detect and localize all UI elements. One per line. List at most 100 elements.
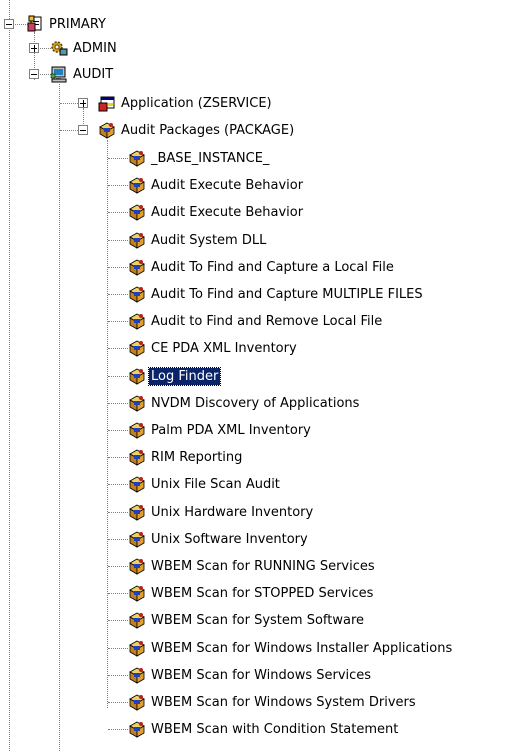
tree-node-label: Application (ZSERVICE): [121, 95, 272, 111]
package-icon: [128, 611, 146, 629]
tree-node-label: _BASE_INSTANCE_: [151, 150, 270, 166]
tree-node-package[interactable]: WBEM Scan for System Software: [128, 610, 366, 630]
tree-node-package[interactable]: Log Finder: [128, 366, 222, 386]
tree-view[interactable]: PRIMARY ADMIN AUDIT Application (ZSERVIC…: [0, 0, 505, 751]
package-icon: [128, 639, 146, 657]
tree-node-package[interactable]: RIM Reporting: [128, 447, 244, 467]
tree-node-label: Log Finder: [147, 366, 222, 386]
package-icon: [128, 285, 146, 303]
tree-node-package[interactable]: NVDM Discovery of Applications: [128, 393, 361, 413]
tree-node-label: Unix File Scan Audit: [151, 476, 280, 492]
tree-node-label: Audit Execute Behavior: [151, 177, 304, 193]
collapse-toggle-audit[interactable]: [29, 69, 39, 79]
tree-node-package[interactable]: WBEM Scan for RUNNING Services: [128, 556, 377, 576]
expand-toggle-admin[interactable]: [29, 43, 39, 53]
collapse-toggle-audit-packages[interactable]: [78, 125, 88, 135]
package-icon: [128, 394, 146, 412]
tree-node-audit[interactable]: AUDIT: [50, 64, 115, 84]
tree-connector: [108, 566, 128, 567]
tree-connector: [108, 620, 128, 621]
tree-connector: [108, 240, 128, 241]
tree-connector: [108, 512, 128, 513]
collapse-toggle-primary[interactable]: [4, 19, 14, 29]
tree-node-audit-packages[interactable]: Audit Packages (PACKAGE): [98, 120, 296, 140]
tree-node-package[interactable]: WBEM Scan with Condition Statement: [128, 719, 400, 739]
package-icon: [128, 203, 146, 221]
tree-node-label: Audit to Find and Remove Local File: [151, 313, 383, 329]
tree-connector: [108, 484, 128, 485]
tree-node-admin[interactable]: ADMIN: [50, 38, 119, 58]
tree-node-application[interactable]: Application (ZSERVICE): [98, 93, 274, 113]
package-icon: [128, 421, 146, 439]
package-icon: [128, 557, 146, 575]
tree-connector: [108, 702, 128, 703]
tree-node-package[interactable]: Audit System DLL: [128, 230, 268, 250]
tree-connector: [108, 675, 128, 676]
tree-node-package[interactable]: WBEM Scan for Windows System Drivers: [128, 692, 418, 712]
tree-node-primary[interactable]: PRIMARY: [26, 14, 108, 34]
package-icon: [128, 231, 146, 249]
tree-node-label: Audit System DLL: [151, 232, 267, 248]
tree-connector: [108, 321, 128, 322]
tree-connector: [108, 212, 128, 213]
tree-connector: [108, 267, 128, 268]
tree-connector: [108, 539, 128, 540]
tree-node-package[interactable]: Unix Hardware Inventory: [128, 502, 315, 522]
application-service-icon: [98, 94, 116, 112]
package-icon: [98, 121, 116, 139]
tree-node-label: Audit Packages (PACKAGE): [121, 122, 295, 138]
tree-node-label: Audit To Find and Capture a Local File: [151, 259, 394, 275]
package-icon: [128, 367, 146, 385]
tree-node-label: AUDIT: [73, 66, 114, 82]
package-icon: [128, 312, 146, 330]
tree-node-label: Audit To Find and Capture MULTIPLE FILES: [151, 286, 423, 302]
tree-node-label: Audit Execute Behavior: [151, 204, 304, 220]
package-icon: [128, 258, 146, 276]
tree-connector: [108, 593, 128, 594]
audit-computer-icon: [50, 65, 68, 83]
tree-connector: [108, 348, 128, 349]
expand-toggle-application[interactable]: [78, 98, 88, 108]
admin-gears-icon: [50, 39, 68, 57]
tree-node-package[interactable]: Audit To Find and Capture MULTIPLE FILES: [128, 284, 425, 304]
package-icon: [128, 530, 146, 548]
tree-connector: [108, 729, 128, 730]
tree-node-package[interactable]: Audit Execute Behavior: [128, 175, 305, 195]
tree-node-label: WBEM Scan for STOPPED Services: [151, 585, 374, 601]
tree-node-package[interactable]: Audit to Find and Remove Local File: [128, 311, 384, 331]
tree-node-package[interactable]: WBEM Scan for Windows Services: [128, 665, 373, 685]
tree-node-package[interactable]: Unix File Scan Audit: [128, 474, 282, 494]
tree-node-package[interactable]: WBEM Scan for Windows Installer Applicat…: [128, 638, 454, 658]
tree-node-label: WBEM Scan for RUNNING Services: [151, 558, 375, 574]
tree-node-label: RIM Reporting: [151, 449, 243, 465]
tree-node-package[interactable]: CE PDA XML Inventory: [128, 338, 299, 358]
tree-connector: [60, 103, 80, 104]
tree-node-package[interactable]: Audit Execute Behavior: [128, 202, 305, 222]
tree-connector: [108, 158, 128, 159]
tree-node-package[interactable]: _BASE_INSTANCE_: [128, 148, 271, 168]
tree-node-label: WBEM Scan for Windows System Drivers: [151, 694, 416, 710]
package-icon: [128, 475, 146, 493]
tree-connector: [108, 376, 128, 377]
tree-node-label: Unix Software Inventory: [151, 531, 308, 547]
tree-node-label: CE PDA XML Inventory: [151, 340, 297, 356]
tree-connector: [107, 140, 108, 708]
tree-node-label: WBEM Scan for Windows Installer Applicat…: [151, 640, 453, 656]
tree-connector: [108, 185, 128, 186]
tree-node-package[interactable]: Palm PDA XML Inventory: [128, 420, 313, 440]
tree-connector: [59, 84, 60, 751]
package-icon: [128, 720, 146, 738]
tree-node-package[interactable]: WBEM Scan for STOPPED Services: [128, 583, 375, 603]
tree-node-package[interactable]: Audit To Find and Capture a Local File: [128, 257, 396, 277]
package-icon: [128, 339, 146, 357]
tree-node-label: PRIMARY: [49, 16, 106, 32]
tree-connector: [108, 294, 128, 295]
tree-node-label: WBEM Scan for System Software: [151, 612, 364, 628]
tree-node-label: WBEM Scan with Condition Statement: [151, 721, 399, 737]
tree-node-package[interactable]: Unix Software Inventory: [128, 529, 310, 549]
tree-node-label: NVDM Discovery of Applications: [151, 395, 360, 411]
tree-connector: [108, 648, 128, 649]
primary-file-icon: [26, 15, 44, 33]
tree-connector: [60, 130, 80, 131]
tree-node-label: ADMIN: [73, 40, 117, 56]
